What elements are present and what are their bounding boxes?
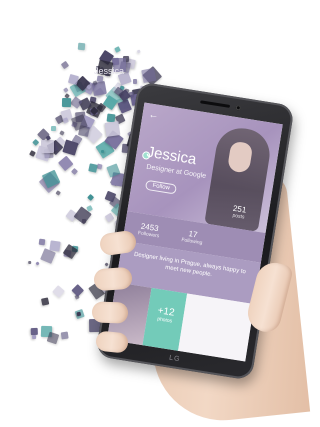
stat-following[interactable]: 17 Following (181, 228, 204, 246)
particle-cube (70, 167, 78, 175)
scene: Jessica happ ← Jessica Designer at Googl… (0, 0, 311, 427)
profile-job: Designer at Google (145, 163, 207, 181)
photo-thumbnail[interactable] (178, 293, 255, 362)
particle-cube (141, 67, 157, 84)
particle-cube (63, 87, 70, 93)
particle-cube (28, 260, 32, 264)
particle-cube (105, 212, 115, 223)
finger (95, 330, 129, 354)
particle-text-fragment: happ (66, 221, 82, 228)
back-arrow-icon[interactable]: ← (148, 109, 160, 121)
particle-cube (60, 331, 70, 340)
particle-cube (35, 260, 40, 266)
finger (93, 266, 133, 292)
particle-cube (50, 125, 56, 131)
particle-cube (67, 73, 79, 85)
finger (91, 301, 129, 324)
particle-cube (136, 49, 141, 54)
particle-cube (100, 149, 104, 153)
front-camera (235, 104, 242, 111)
particle-cube (117, 99, 133, 115)
particle-cube (86, 193, 95, 202)
particle-cube (41, 140, 54, 153)
particle-cube (114, 46, 122, 54)
particle-text-name: Jessica (94, 66, 125, 76)
particle-cube (61, 60, 70, 70)
particle-cube (38, 238, 46, 246)
speaker-grille (200, 100, 231, 108)
particle-cube (61, 97, 71, 107)
particle-cube (55, 189, 62, 197)
particle-cube (31, 335, 37, 340)
particle-cube (132, 79, 138, 84)
particle-cube (28, 149, 36, 157)
particle-cube (77, 42, 86, 51)
particle-cube (88, 163, 98, 173)
particle-cube (71, 283, 85, 297)
stat-posts: 251 posts (231, 204, 247, 221)
particle-cube (47, 331, 60, 344)
particle-cube (40, 297, 49, 306)
particle-cube (104, 120, 121, 138)
particle-cube (52, 284, 66, 298)
profile-header: ← Jessica Designer at Google Follow 251 … (127, 102, 283, 234)
particle-cube (62, 139, 78, 156)
particle-cube (59, 129, 65, 136)
particle-cube (81, 219, 86, 224)
stat-followers[interactable]: 2453 Followers (137, 221, 160, 240)
follow-button[interactable]: Follow (144, 179, 178, 195)
